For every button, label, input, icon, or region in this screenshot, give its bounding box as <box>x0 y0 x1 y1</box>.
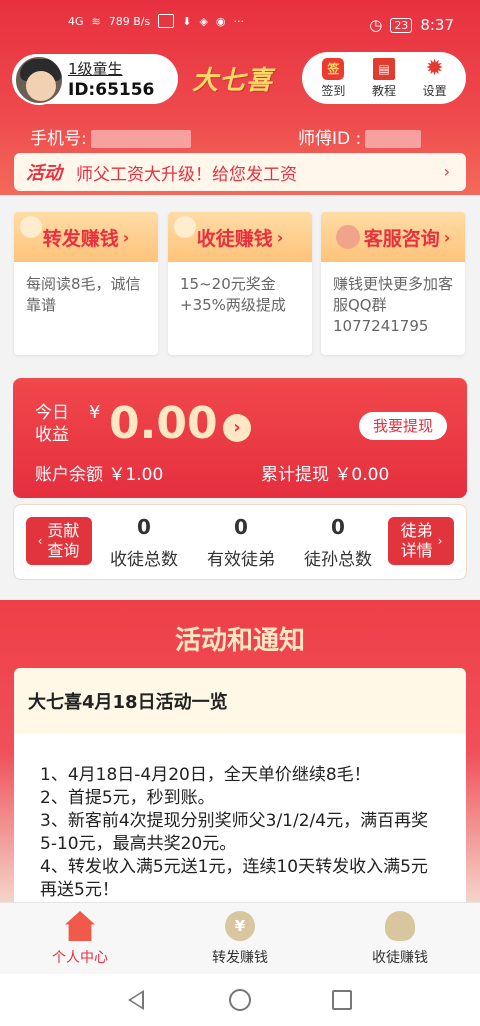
gear-icon: ✹ <box>425 56 444 81</box>
currency-symbol: ¥ <box>89 402 101 423</box>
download-icon: ⬇ <box>182 14 192 28</box>
clock: 8:37 <box>420 16 454 34</box>
recruit-earn-header: 收徒赚钱 › <box>168 212 312 262</box>
today-earnings-label: 今日收益 <box>35 403 69 445</box>
stat-valid-apprentices: 0 有效徒弟 <box>207 515 275 570</box>
home-circle-icon[interactable] <box>229 989 251 1011</box>
today-earnings-value: 0.00 <box>109 398 218 449</box>
tab-personal-center[interactable]: 个人中心 <box>0 903 160 974</box>
bottom-tab-bar: 个人中心 ¥ 转发赚钱 收徒赚钱 <box>0 902 480 974</box>
settings-button[interactable]: ✹ 设置 <box>411 56 459 99</box>
chevron-right-icon: › <box>437 534 443 548</box>
more-icon: ··· <box>233 14 245 28</box>
wifi-icon: ≋ <box>91 14 101 28</box>
apprentice-details-button[interactable]: 徒弟详情 › <box>388 517 454 565</box>
coin-icon: ¥ <box>225 911 255 941</box>
chevron-right-icon: › <box>443 162 450 181</box>
master-id-redacted <box>365 130 422 148</box>
customer-service-desc: 赚钱更快更多加客服QQ群1077241795 <box>333 275 454 335</box>
customer-service-card[interactable]: 客服咨询 › 赚钱更快更多加客服QQ群1077241795 <box>321 212 465 355</box>
chevron-right-icon: › <box>122 227 130 247</box>
sign-in-label: 签到 <box>321 83 346 98</box>
wechat-icon: ◉ <box>215 14 226 28</box>
share-earn-header: 转发赚钱 › <box>14 212 158 262</box>
brand-logo: 大七喜 <box>192 66 274 96</box>
notice-text: 师父工资大升级！给您发工资 <box>76 164 297 185</box>
phone-redacted <box>90 130 191 148</box>
share-earn-desc: 每阅读8毛，诚信靠谱 <box>26 275 141 314</box>
activity-line: 4、转发收入满5元送1元，连续10天转发收入满5元再送5元！ <box>40 857 428 900</box>
sign-in-button[interactable]: 签 签到 <box>309 57 357 99</box>
customer-service-header: 客服咨询 › <box>321 212 465 262</box>
recruit-earn-card[interactable]: 收徒赚钱 › 15~20元奖金+35%两级提成 <box>168 212 312 355</box>
account-balance: 账户余额 ￥1.00 <box>35 465 164 485</box>
user-id: ID:65156 <box>68 80 155 100</box>
activity-section-title: 活动和通知 <box>174 626 305 656</box>
support-agents-icon <box>335 225 360 249</box>
contribution-query-button[interactable]: ‹ 贡献查询 <box>26 517 92 565</box>
share-earn-title: 转发赚钱 <box>42 227 119 250</box>
avatar[interactable] <box>14 55 64 105</box>
phone-field: 手机号: <box>30 124 191 149</box>
settings-label: 设置 <box>422 83 447 98</box>
notice-tag: 活动 <box>26 163 62 184</box>
phone-label: 手机号: <box>30 129 87 149</box>
home-icon <box>65 911 95 941</box>
book-icon: ▤ <box>372 57 395 80</box>
shield-icon: ◈ <box>199 14 208 28</box>
sign-in-icon: 签 <box>322 57 345 80</box>
activity-card-body[interactable]: 1、4月18日-4月20日，全天单价继续8毛！ 2、首提5元，秒到账。 3、新客… <box>14 734 466 902</box>
earnings-panel: 今日收益 ¥ 0.00 › 我要提现 账户余额 ￥1.00 累计提现 ￥0.00 <box>13 378 467 498</box>
recruit-earn-desc: 15~20元奖金+35%两级提成 <box>180 275 286 314</box>
activity-notice-bar[interactable]: 活动 师父工资大升级！给您发工资 › <box>14 153 466 191</box>
alarm-icon: ◷ <box>369 16 383 34</box>
activity-line: 3、新客前4次提现分别奖师父3/1/2/4元，满百再奖5-10元，最高共奖20元… <box>40 811 429 854</box>
system-nav-bar <box>0 974 480 1026</box>
tab-share-earn[interactable]: ¥ 转发赚钱 <box>160 903 320 974</box>
share-earn-card[interactable]: 转发赚钱 › 每阅读8毛，诚信靠谱 <box>14 212 158 355</box>
activity-line: 2、首提5元，秒到账。 <box>40 788 215 808</box>
earnings-detail-button[interactable]: › <box>223 414 251 442</box>
status-bar: 4G ≋ 789 B/s ⬇ ◈ ◉ ··· ◷ 23 8:37 <box>0 0 480 44</box>
total-withdrawn: 累计提现 ￥0.00 <box>261 465 390 485</box>
tutorial-label: 教程 <box>371 83 396 98</box>
apprentice-stats: ‹ 贡献查询 0 收徒总数 0 有效徒弟 0 徒孙总数 徒弟详情 › <box>13 504 467 580</box>
network-speed: 789 B/s <box>108 14 151 28</box>
person-icon <box>385 911 415 941</box>
recruit-earn-title: 收徒赚钱 <box>196 227 273 250</box>
chevron-right-icon: › <box>443 227 451 247</box>
tab-recruit-earn[interactable]: 收徒赚钱 <box>320 903 480 974</box>
stat-total-apprentices: 0 收徒总数 <box>110 515 178 570</box>
back-icon[interactable] <box>128 990 144 1010</box>
network-indicator: 4G <box>68 14 84 28</box>
quick-actions: 签 签到 ▤ 教程 ✹ 设置 <box>302 52 466 104</box>
chevron-right-icon: › <box>276 227 284 247</box>
withdraw-button[interactable]: 我要提现 <box>359 412 447 440</box>
battery-indicator: 23 <box>390 17 413 33</box>
tutorial-button[interactable]: ▤ 教程 <box>360 57 408 99</box>
notification-icon <box>158 14 175 28</box>
activity-line: 1、4月18日-4月20日，全天单价继续8毛！ <box>40 765 371 785</box>
recent-apps-icon[interactable] <box>332 990 352 1010</box>
customer-service-title: 客服咨询 <box>363 227 440 250</box>
master-id-label: 师傅ID : <box>298 129 362 149</box>
activity-card-title: 大七喜4月18日活动一览 <box>14 668 466 734</box>
user-level[interactable]: 1级童生 <box>68 58 123 79</box>
stat-grand-apprentices: 0 徒孙总数 <box>304 515 372 570</box>
master-id-field: 师傅ID : <box>298 124 422 149</box>
chevron-left-icon: ‹ <box>37 534 43 548</box>
